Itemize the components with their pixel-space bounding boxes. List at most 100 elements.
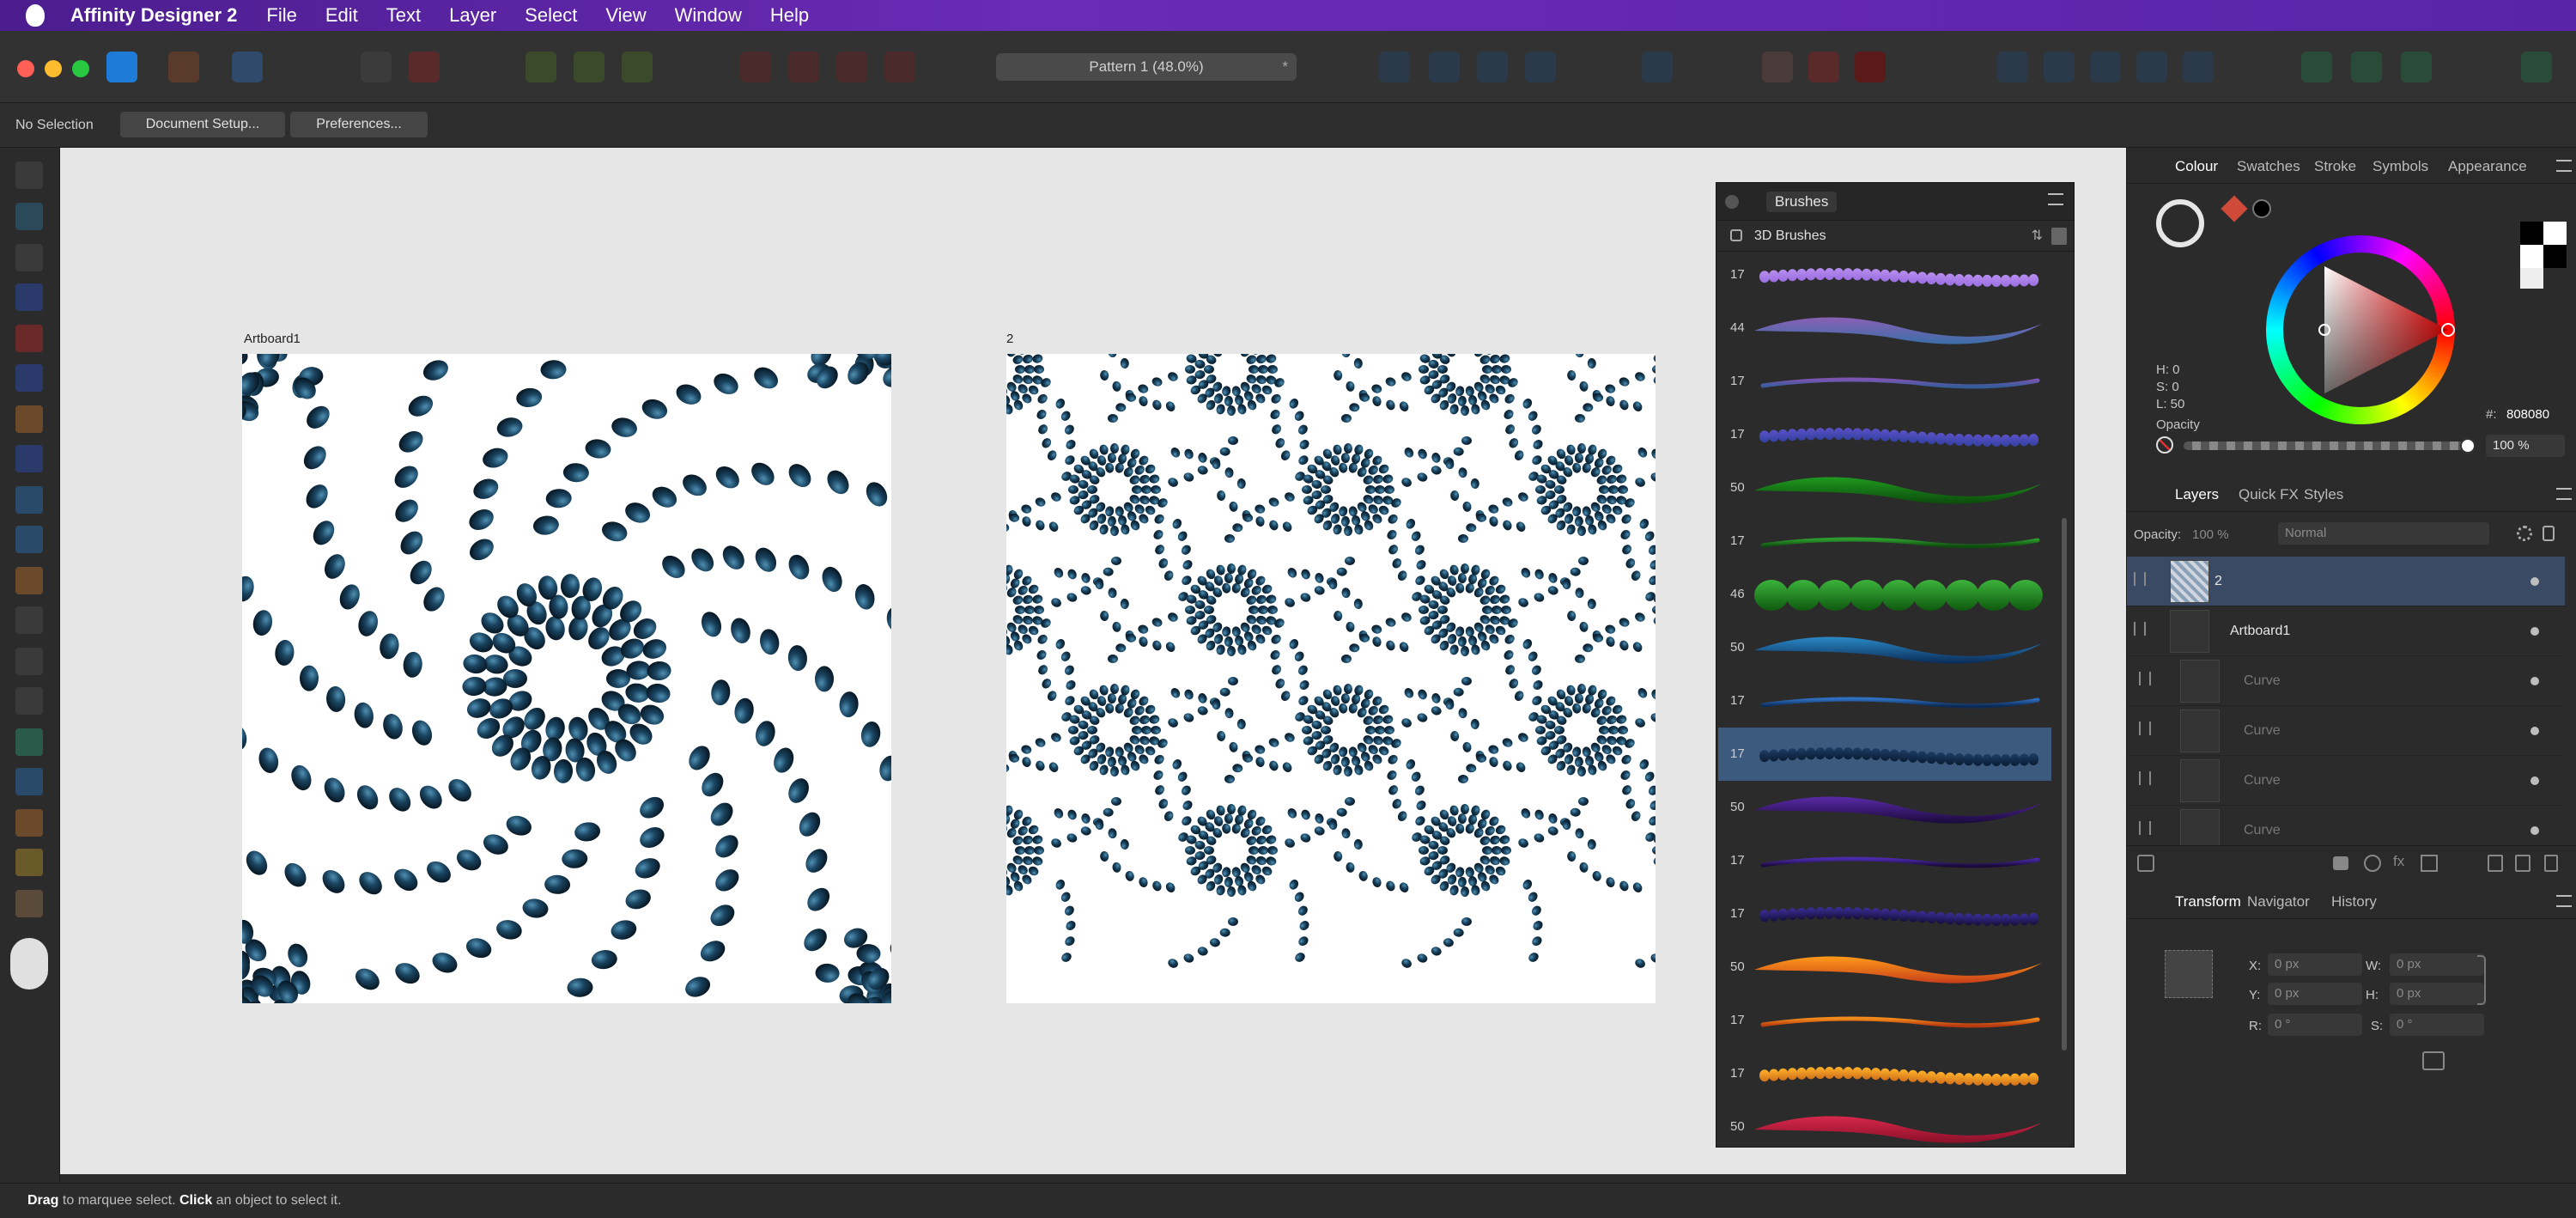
brush-item[interactable]: 17 — [1718, 674, 2051, 728]
layer-drag-handle-icon[interactable] — [2139, 672, 2151, 685]
h-field[interactable]: 0 px — [2390, 983, 2484, 1005]
transform-origin-icon[interactable] — [2422, 1051, 2445, 1070]
rotate-left-icon[interactable] — [1477, 52, 1508, 82]
layer-row[interactable]: Artboard1 — [2127, 606, 2565, 656]
layer-visibility-toggle[interactable] — [2530, 826, 2539, 835]
settings-gear-icon[interactable] — [361, 52, 392, 82]
document-setup-button[interactable]: Document Setup... — [120, 112, 285, 137]
corner-tool-icon[interactable] — [15, 325, 43, 352]
opacity-slider-handle[interactable] — [2460, 438, 2476, 454]
current-color-swatch[interactable] — [2252, 199, 2271, 218]
x-field[interactable]: 0 px — [2268, 953, 2362, 976]
flip-horizontal-icon[interactable] — [1379, 52, 1410, 82]
w-field[interactable]: 0 px — [2390, 953, 2484, 976]
boolean-intersect-icon[interactable] — [2090, 52, 2121, 82]
tab-stroke[interactable]: Stroke — [2314, 158, 2356, 175]
fill-stroke-swatch-icon[interactable] — [10, 938, 48, 990]
color-picker-icon[interactable] — [2221, 195, 2247, 222]
tab-symbols[interactable]: Symbols — [2372, 158, 2428, 175]
studio-icon[interactable] — [2351, 52, 2382, 82]
layer-visibility-toggle[interactable] — [2530, 627, 2539, 636]
lock-aspect-icon[interactable] — [2477, 955, 2486, 1005]
view-mode-icon[interactable] — [2401, 52, 2432, 82]
layer-visibility-toggle[interactable] — [2530, 577, 2539, 586]
point-transform-tool-icon[interactable] — [15, 283, 43, 311]
fill-tool-icon[interactable] — [15, 486, 43, 514]
fill-stroke-well-icon[interactable] — [2156, 199, 2204, 247]
brush-item[interactable]: 50 — [1718, 1100, 2051, 1147]
place-image-tool-icon[interactable] — [15, 526, 43, 553]
layer-drag-handle-icon[interactable] — [2139, 771, 2151, 785]
account-icon[interactable] — [2521, 52, 2552, 82]
measure-tool-icon[interactable] — [15, 849, 43, 876]
app-name-menu[interactable]: Affinity Designer 2 — [70, 4, 237, 27]
select-frame-icon[interactable] — [526, 52, 556, 82]
flip-vertical-icon[interactable] — [1429, 52, 1460, 82]
brush-item[interactable]: 17 — [1718, 1047, 2051, 1100]
color-triangle[interactable] — [2266, 235, 2455, 424]
snapping-magnet-icon[interactable] — [1855, 52, 1886, 82]
pixel-persona-icon[interactable] — [168, 52, 199, 82]
export-persona-icon[interactable] — [232, 52, 263, 82]
brush-item[interactable]: 17 — [1718, 253, 2051, 301]
tab-appearance[interactable]: Appearance — [2448, 158, 2527, 175]
y-field[interactable]: 0 px — [2268, 983, 2362, 1005]
layer-drag-handle-icon[interactable] — [2139, 722, 2151, 735]
brush-item[interactable]: 50 — [1718, 621, 2051, 674]
layer-visibility-toggle[interactable] — [2530, 677, 2539, 685]
brush-list-scrollbar[interactable] — [2062, 518, 2067, 1051]
tab-quick-fx[interactable]: Quick FX — [2239, 486, 2299, 503]
brush-item[interactable]: 17 — [1718, 408, 2051, 461]
shape-tool-icon[interactable] — [15, 687, 43, 715]
layer-opacity-value[interactable]: 100 % — [2192, 527, 2229, 542]
artboard2[interactable] — [1006, 354, 1656, 1003]
boolean-divide-icon[interactable] — [2183, 52, 2214, 82]
no-fill-icon[interactable] — [2156, 436, 2173, 454]
document-tab[interactable]: Pattern 1 (48.0%) * — [996, 53, 1297, 81]
menu-layer[interactable]: Layer — [449, 4, 496, 27]
align-icon[interactable] — [1642, 52, 1673, 82]
crop-tool-icon[interactable] — [15, 567, 43, 594]
hand-tool-icon[interactable] — [15, 890, 43, 917]
live-filter-icon[interactable]: fx — [2393, 853, 2404, 870]
vector-brush-tool-icon[interactable] — [15, 445, 43, 472]
move-tool-icon[interactable] — [15, 161, 43, 189]
brush-options-icon[interactable] — [2051, 228, 2067, 245]
tab-layers[interactable]: Layers — [2175, 486, 2219, 503]
delete-layer-icon[interactable] — [2544, 855, 2558, 872]
lock-icon[interactable] — [2543, 526, 2555, 541]
minimize-window-button[interactable] — [45, 60, 62, 77]
mask-layer-icon[interactable] — [2333, 856, 2348, 870]
snap-grid-icon[interactable] — [1762, 52, 1793, 82]
layer-row[interactable]: Curve — [2127, 756, 2565, 806]
close-panel-icon[interactable] — [1725, 195, 1739, 209]
panel-menu-icon[interactable] — [2556, 160, 2572, 172]
tab-swatches[interactable]: Swatches — [2237, 158, 2300, 175]
arrange-forward-icon[interactable] — [836, 52, 867, 82]
layer-options-icon[interactable] — [2137, 855, 2154, 872]
layer-drag-handle-icon[interactable] — [2134, 572, 2146, 586]
boolean-subtract-icon[interactable] — [2044, 52, 2075, 82]
tab-history[interactable]: History — [2331, 893, 2377, 910]
brush-item[interactable]: 17 — [1718, 887, 2051, 941]
arrange-front-icon[interactable] — [884, 52, 915, 82]
adjustment-icon[interactable] — [2364, 855, 2381, 872]
panel-menu-icon[interactable] — [2556, 488, 2572, 500]
pen-tool-icon[interactable] — [15, 364, 43, 392]
select-group-icon[interactable] — [622, 52, 653, 82]
menu-text[interactable]: Text — [386, 4, 421, 27]
group-layers-icon[interactable] — [2515, 855, 2530, 872]
node-tool-icon[interactable] — [15, 244, 43, 271]
color-picker-tool-icon[interactable] — [15, 809, 43, 837]
shear-field[interactable]: 0 ° — [2390, 1014, 2484, 1036]
tab-transform[interactable]: Transform — [2175, 893, 2241, 910]
rotate-right-icon[interactable] — [1525, 52, 1556, 82]
document-close-icon[interactable]: * — [1282, 53, 1288, 81]
assistant-icon[interactable] — [2301, 52, 2332, 82]
layer-drag-handle-icon[interactable] — [2134, 622, 2146, 636]
layer-row[interactable]: 2 — [2127, 557, 2565, 606]
artboard1[interactable] — [242, 354, 891, 1003]
blend-mode-select[interactable]: Normal — [2278, 522, 2489, 545]
text-tool-icon[interactable] — [15, 768, 43, 795]
brush-item[interactable]: 50 — [1718, 461, 2051, 515]
